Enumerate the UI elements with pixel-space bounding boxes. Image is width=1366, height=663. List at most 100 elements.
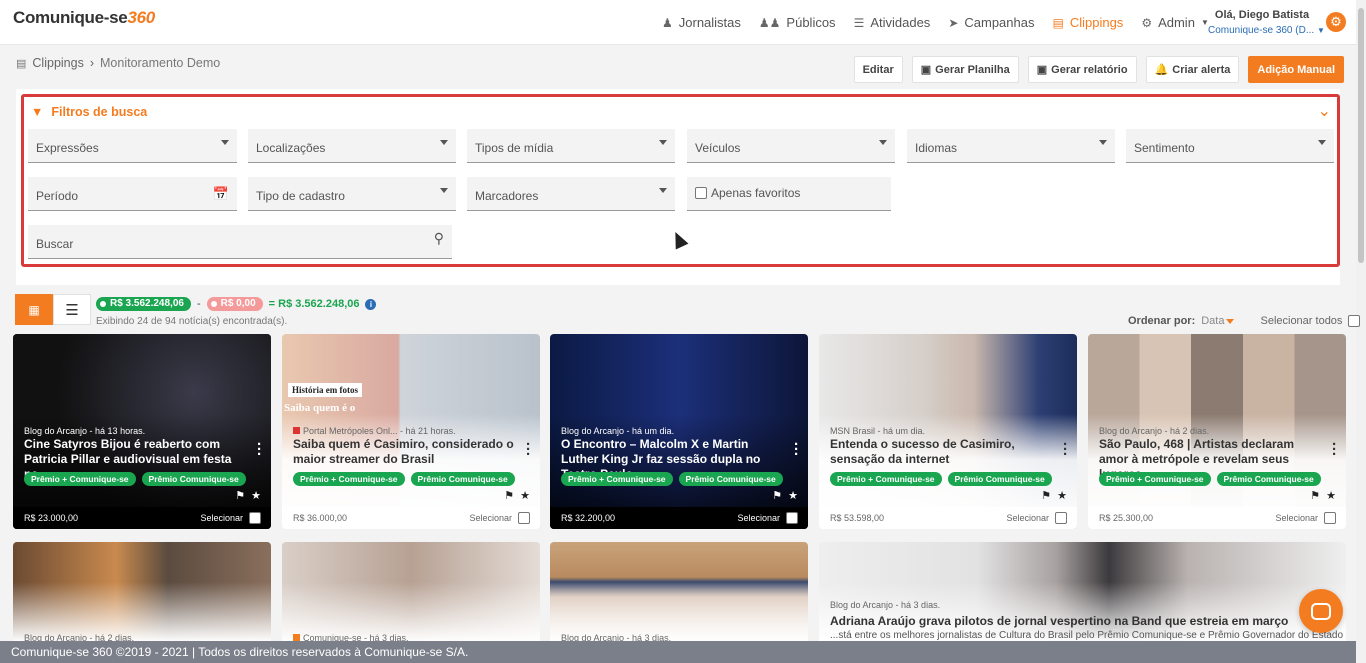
- nav-clippings[interactable]: ▤ Clippings: [1052, 15, 1123, 30]
- tag[interactable]: Prêmio Comunique-se: [141, 472, 246, 486]
- checkbox[interactable]: [1055, 512, 1067, 524]
- info-icon[interactable]: i: [365, 298, 377, 310]
- tag[interactable]: Prêmio Comunique-se: [410, 472, 515, 486]
- minus-sign: -: [196, 298, 201, 310]
- news-title[interactable]: Saiba quem é Casimiro, considerado o mai…: [293, 437, 515, 467]
- tag-icon[interactable]: ⚑: [1310, 489, 1320, 502]
- nav-jornalistas[interactable]: ♟ Jornalistas: [662, 15, 741, 30]
- brand-logo[interactable]: Comunique-se360: [13, 8, 155, 28]
- chevron-down-icon[interactable]: ⌄: [1318, 101, 1331, 121]
- list-view-button[interactable]: ☰: [53, 294, 91, 325]
- select-card[interactable]: Selecionar: [469, 512, 530, 524]
- registration-type-select[interactable]: Tipo de cadastro: [248, 177, 456, 211]
- more-options-icon[interactable]: · · ·: [794, 437, 799, 462]
- news-card[interactable]: Blog do Arcanjo - há 2 dias.: [13, 542, 271, 642]
- more-options-icon[interactable]: · · ·: [526, 437, 531, 462]
- star-icon[interactable]: ★: [1326, 489, 1336, 502]
- tag[interactable]: Prêmio Comunique-se: [1216, 472, 1321, 486]
- more-options-icon[interactable]: · · ·: [257, 437, 262, 462]
- calendar-icon[interactable]: 📅: [213, 186, 229, 202]
- tag-icon[interactable]: ⚑: [772, 489, 782, 502]
- tag[interactable]: Prêmio + Comunique-se: [24, 472, 136, 486]
- languages-select[interactable]: Idiomas: [907, 129, 1115, 163]
- chat-launcher-button[interactable]: [1299, 589, 1343, 633]
- gear-icon: ⚙: [1141, 15, 1153, 30]
- news-card[interactable]: Blog do Arcanjo - há 2 dias. São Paulo, …: [1088, 334, 1346, 529]
- star-icon[interactable]: ★: [1057, 489, 1067, 502]
- news-card[interactable]: Blog do Arcanjo - há 3 dias.: [550, 542, 808, 642]
- news-source: Blog do Arcanjo - há 2 dias.: [1099, 426, 1210, 436]
- generate-report-button[interactable]: ▣ Gerar relatório: [1027, 56, 1137, 83]
- nav-publicos[interactable]: ♟♟ Públicos: [759, 15, 836, 30]
- checkbox[interactable]: [786, 512, 798, 524]
- settings-gear-button[interactable]: ⚙: [1326, 12, 1346, 32]
- filters-title[interactable]: ▼ Filtros de busca: [31, 105, 147, 119]
- select-all-checkbox[interactable]: [1348, 315, 1361, 327]
- tag[interactable]: Prêmio + Comunique-se: [561, 472, 673, 486]
- overlay-headline: Saiba quem é o: [284, 402, 356, 414]
- tag[interactable]: Prêmio + Comunique-se: [293, 472, 405, 486]
- more-options-icon[interactable]: · · ·: [1332, 437, 1337, 462]
- nav-campanhas[interactable]: ➤ Campanhas: [948, 15, 1034, 30]
- edit-button[interactable]: Editar: [853, 56, 903, 83]
- media-types-select[interactable]: Tipos de mídia: [467, 129, 675, 163]
- results-count: Exibindo 24 de 94 notícia(s) encontrada(…: [96, 316, 288, 327]
- scrollbar-thumb[interactable]: [1358, 8, 1364, 263]
- caret-down-icon: [440, 188, 448, 193]
- news-card[interactable]: Blog do Arcanjo - há um dia. O Encontro …: [550, 334, 808, 529]
- caret-down-icon: [659, 188, 667, 193]
- news-card[interactable]: Blog do Arcanjo - há 3 dias. Adriana Ara…: [819, 542, 1346, 642]
- vehicles-select[interactable]: Veículos: [687, 129, 895, 163]
- select-card[interactable]: Selecionar: [1275, 512, 1336, 524]
- nav-admin[interactable]: ⚙ Admin ▼: [1141, 15, 1209, 30]
- nav-atividades[interactable]: ☰ Atividades: [854, 15, 931, 30]
- select-card[interactable]: Selecionar: [737, 512, 798, 524]
- user-menu[interactable]: Olá, Diego Batista Comunique-se 360 (D..…: [1208, 9, 1325, 36]
- tag-icon[interactable]: ⚑: [1041, 489, 1051, 502]
- checkbox[interactable]: [249, 512, 261, 524]
- star-icon[interactable]: ★: [788, 489, 798, 502]
- news-card[interactable]: Blog do Arcanjo - há 13 horas. Cine Saty…: [13, 334, 271, 529]
- tag-icon[interactable]: ⚑: [504, 489, 514, 502]
- generate-spreadsheet-button[interactable]: ▣ Gerar Planilha: [911, 56, 1019, 83]
- select-card[interactable]: Selecionar: [1006, 512, 1067, 524]
- news-card[interactable]: História em fotos Saiba quem é o Portal …: [282, 334, 540, 529]
- org-selector[interactable]: Comunique-se 360 (D... ▼: [1208, 25, 1325, 36]
- search-icon[interactable]: ⚲: [434, 230, 444, 247]
- star-icon[interactable]: ★: [520, 489, 530, 502]
- checkbox[interactable]: [518, 512, 530, 524]
- newspaper-icon: ▤: [16, 57, 27, 70]
- select-card[interactable]: Selecionar: [200, 512, 261, 524]
- search-input[interactable]: Buscar ⚲: [28, 225, 452, 259]
- news-card[interactable]: Comunique-se - há 3 dias.: [282, 542, 540, 642]
- caret-down-icon: [659, 140, 667, 145]
- user-icon: ♟: [662, 15, 673, 30]
- star-icon[interactable]: ★: [251, 489, 261, 502]
- create-alert-button[interactable]: 🔔 Criar alerta: [1145, 56, 1240, 83]
- news-title[interactable]: Adriana Araújo grava pilotos de jornal v…: [830, 614, 1288, 628]
- favorites-only-checkbox[interactable]: Apenas favoritos: [687, 177, 891, 211]
- sort-controls: Ordenar por: Data Selecionar todos: [1128, 315, 1364, 327]
- checkbox[interactable]: [1324, 512, 1336, 524]
- markers-select[interactable]: Marcadores: [467, 177, 675, 211]
- tag[interactable]: Prêmio + Comunique-se: [1099, 472, 1211, 486]
- tag[interactable]: Prêmio + Comunique-se: [830, 472, 942, 486]
- grid-view-button[interactable]: ▦: [15, 294, 53, 325]
- tag[interactable]: Prêmio Comunique-se: [678, 472, 783, 486]
- news-card[interactable]: MSN Brasil - há um dia. Entenda o sucess…: [819, 334, 1077, 529]
- news-title[interactable]: Entenda o sucesso de Casimiro, sensação …: [830, 437, 1052, 467]
- tag[interactable]: Prêmio Comunique-se: [947, 472, 1052, 486]
- manual-add-button[interactable]: Adição Manual: [1248, 56, 1344, 83]
- sort-select[interactable]: Data: [1201, 315, 1235, 327]
- positive-total-badge: R$ 3.562.248,06: [96, 297, 191, 311]
- grand-total: = R$ 3.562.248,06: [268, 298, 360, 310]
- checkbox[interactable]: [695, 187, 707, 199]
- breadcrumb-root[interactable]: Clippings: [32, 56, 83, 70]
- tag-icon[interactable]: ⚑: [235, 489, 245, 502]
- more-options-icon[interactable]: · · ·: [1063, 437, 1068, 462]
- period-field[interactable]: Período 📅: [28, 177, 237, 211]
- expressions-select[interactable]: Expressões: [28, 129, 237, 163]
- breadcrumb: ▤ Clippings › Monitoramento Demo: [16, 56, 220, 70]
- sentiment-select[interactable]: Sentimento: [1126, 129, 1334, 163]
- locations-select[interactable]: Localizações: [248, 129, 456, 163]
